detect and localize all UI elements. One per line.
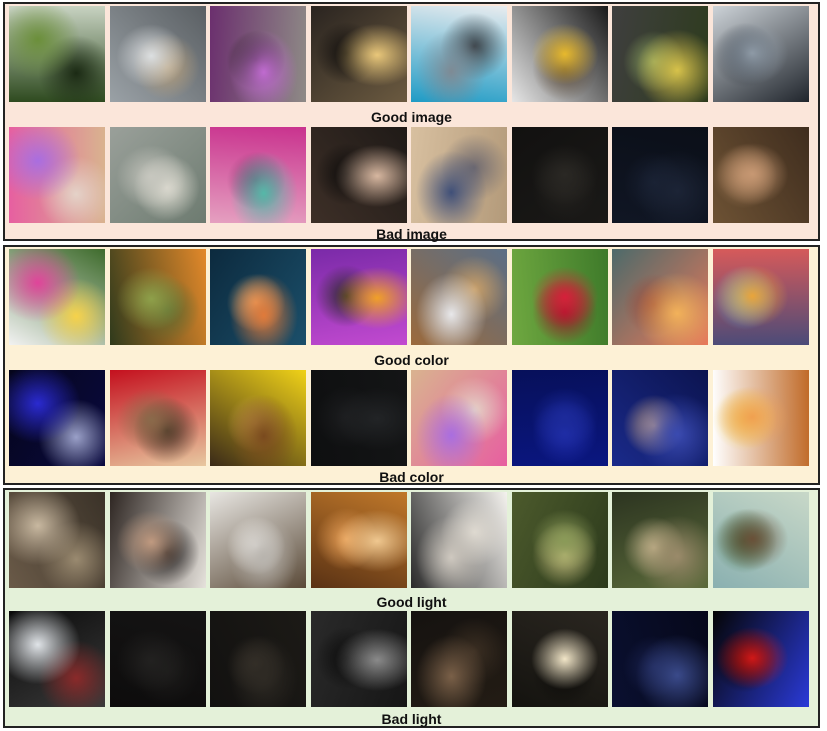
photo-thumbnail [310,370,407,466]
photo-thumbnail [109,6,206,102]
photo-thumbnail [210,6,307,102]
photo-thumbnail [310,6,407,102]
photo-thumbnail [9,611,105,707]
photo-thumbnail [109,492,206,588]
bad-light-row [9,611,809,707]
photo-thumbnail [310,492,407,588]
photo-thumbnail [712,611,809,707]
bad-image-label: Bad image [376,226,447,242]
photo-thumbnail [612,370,709,466]
photo-thumbnail [712,127,809,223]
photo-thumbnail [712,6,809,102]
good-light-row [9,492,809,588]
photo-thumbnail [411,370,508,466]
bad-light-label: Bad light [381,711,442,727]
good-color-row [9,249,809,345]
photo-thumbnail [612,492,709,588]
photo-thumbnail [712,370,809,466]
photo-thumbnail [310,127,407,223]
good-color-label: Good color [374,352,449,368]
photo-thumbnail [411,492,508,588]
bad-color-label: Bad color [379,469,444,485]
photo-thumbnail [612,6,709,102]
bad-color-row [9,370,809,466]
photo-thumbnail [9,370,105,466]
photo-thumbnail [310,249,407,345]
photo-thumbnail [712,249,809,345]
photo-thumbnail [411,127,508,223]
photo-thumbnail [9,492,105,588]
photo-thumbnail [109,370,206,466]
good-image-label: Good image [371,109,452,125]
photo-thumbnail [712,492,809,588]
photo-thumbnail [612,249,709,345]
photo-thumbnail [210,370,307,466]
photo-thumbnail [411,249,508,345]
photo-thumbnail [310,611,407,707]
photo-thumbnail [511,249,608,345]
section-light: Good light Bad light [3,488,820,728]
photo-thumbnail [511,127,608,223]
section-color: Good color Bad color [3,245,820,485]
photo-thumbnail [612,127,709,223]
photo-thumbnail [210,611,307,707]
photo-thumbnail [612,611,709,707]
photo-thumbnail [210,127,307,223]
photo-thumbnail [511,611,608,707]
photo-thumbnail [411,611,508,707]
photo-thumbnail [210,249,307,345]
photo-thumbnail [511,370,608,466]
good-light-label: Good light [376,594,447,610]
photo-thumbnail [9,249,105,345]
photo-thumbnail [109,127,206,223]
bad-image-row [9,127,809,223]
photo-thumbnail [9,127,105,223]
photo-thumbnail [511,492,608,588]
photo-thumbnail [411,6,508,102]
photo-thumbnail [109,249,206,345]
photo-thumbnail [9,6,105,102]
photo-thumbnail [109,611,206,707]
good-image-row [9,6,809,102]
section-image: Good image Bad image [3,2,820,242]
photo-thumbnail [511,6,608,102]
photo-thumbnail [210,492,307,588]
